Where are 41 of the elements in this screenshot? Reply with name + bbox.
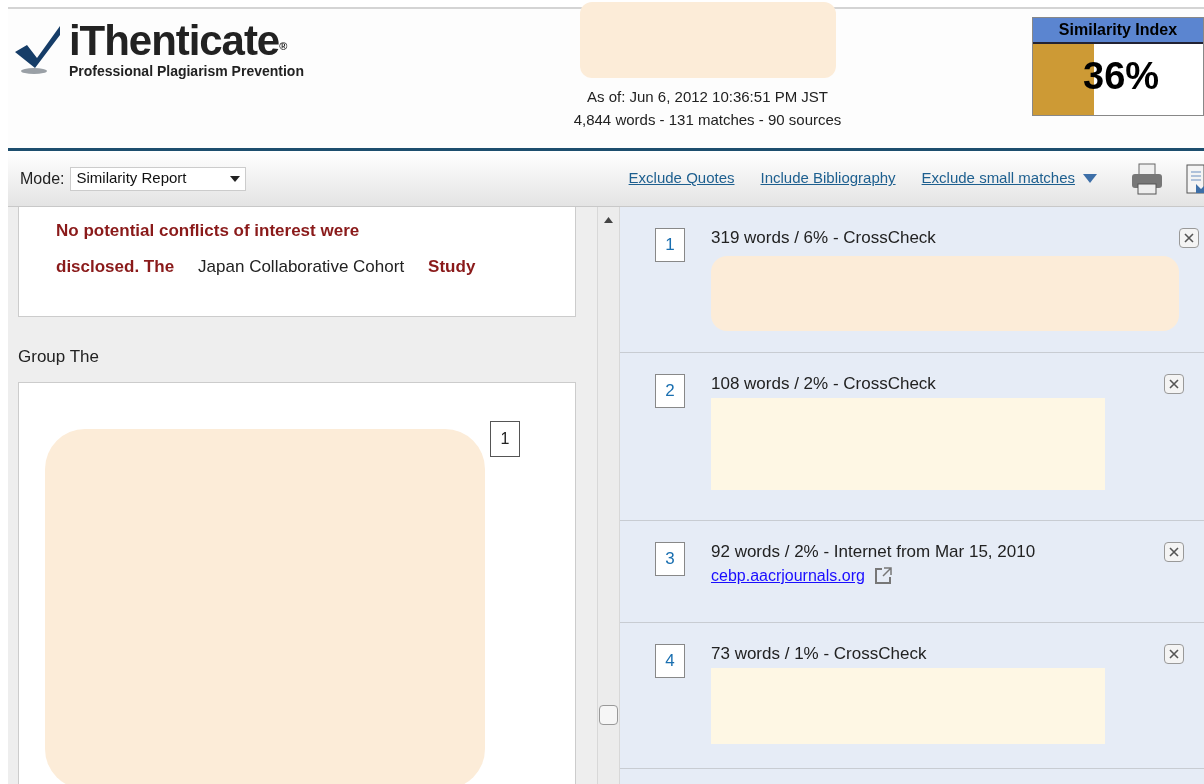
brand-name: iThenticate$^{®}$: [69, 19, 288, 63]
scroll-up-icon[interactable]: [604, 217, 613, 223]
match-number[interactable]: 3: [655, 542, 685, 576]
report-summary: 4,844 words - 131 matches - 90 sources: [573, 109, 842, 130]
match-number[interactable]: 2: [655, 374, 685, 408]
scrollbar-thumb[interactable]: [599, 705, 618, 725]
match-title: 108 words / 2% - CrossCheck: [711, 374, 937, 394]
source-link[interactable]: cebp.aacrjournals.org: [711, 564, 865, 588]
close-icon: [1169, 547, 1179, 557]
printer-icon[interactable]: [1130, 161, 1164, 196]
matched-text: Study: [428, 256, 476, 279]
match-number[interactable]: 1: [655, 228, 685, 262]
match-title: 92 words / 2% - Internet from Mar 15, 2010: [711, 542, 1037, 562]
document-icon[interactable]: [1186, 163, 1204, 194]
close-icon: [1169, 379, 1179, 389]
external-link-icon[interactable]: [872, 566, 893, 586]
close-icon: [1184, 233, 1194, 243]
close-button[interactable]: [1179, 228, 1199, 248]
close-icon: [1169, 649, 1179, 659]
caret-icon[interactable]: [1083, 174, 1097, 183]
match-number[interactable]: 4: [655, 644, 685, 678]
close-button[interactable]: [1164, 644, 1184, 664]
close-button[interactable]: [1164, 542, 1184, 562]
toolbar-link[interactable]: Include Bibliography: [760, 167, 896, 190]
match-title: 73 words / 1% - CrossCheck: [711, 644, 928, 664]
scrollbar[interactable]: [597, 207, 620, 784]
close-button[interactable]: [1164, 374, 1184, 394]
mode-dropdown[interactable]: Similarity Report: [70, 166, 247, 191]
matched-text: disclosed. The: [56, 256, 175, 279]
document-text: Group The: [18, 346, 100, 368]
toolbar-link[interactable]: Exclude small matches: [921, 167, 1075, 190]
brand-tagline: Professional Plagiarism Prevention: [69, 63, 304, 79]
match-title: 319 words / 6% - CrossCheck: [711, 228, 937, 248]
mode-label: Mode:: [20, 168, 65, 189]
matched-text: No potential conflicts of interest were: [56, 220, 360, 243]
document-text: Japan Collaborative Cohort: [198, 256, 405, 279]
toolbar-link[interactable]: Exclude Quotes: [628, 167, 735, 190]
report-date: As of: Jun 6, 2012 10:36:51 PM JST: [587, 87, 828, 107]
similarity-index-label: Similarity Index: [1033, 18, 1203, 44]
match-marker[interactable]: 1: [490, 421, 520, 457]
caret-icon: [230, 175, 241, 182]
